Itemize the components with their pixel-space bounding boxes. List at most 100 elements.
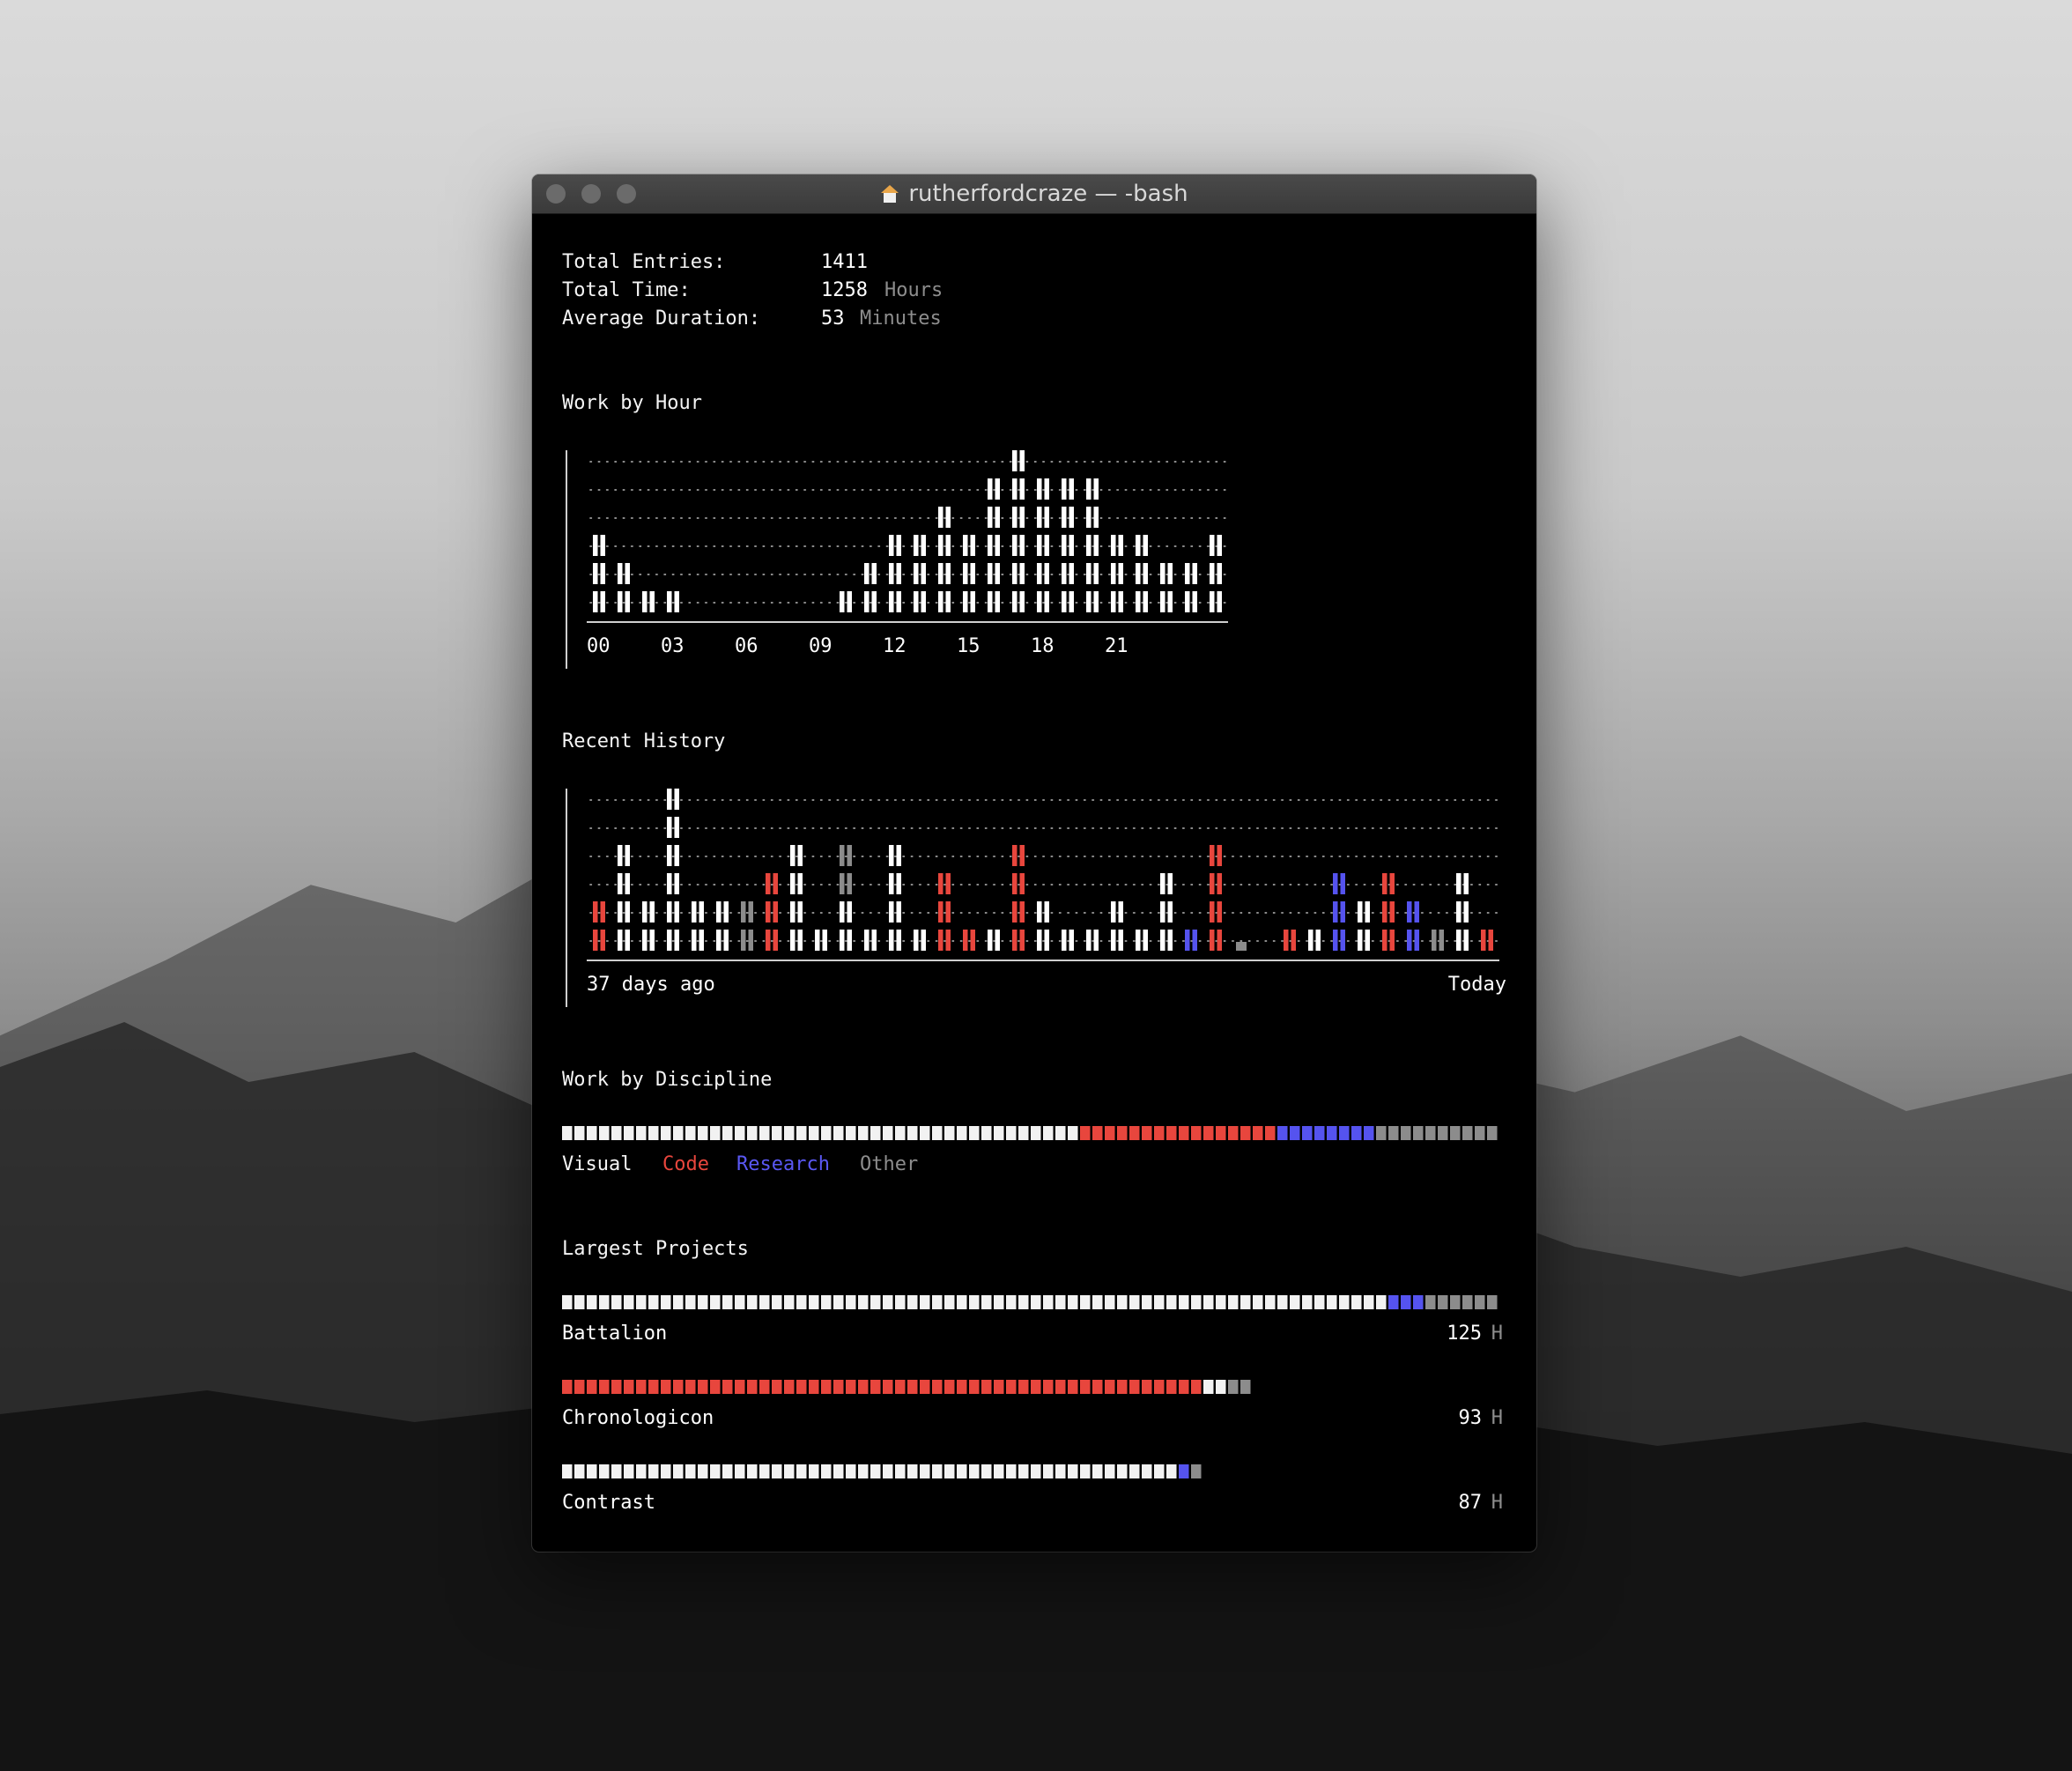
bar-block-visual <box>938 563 951 584</box>
bar-block-visual <box>1111 535 1123 556</box>
bar-block-visual <box>914 563 926 584</box>
bar-block-code <box>1382 873 1395 894</box>
bar-block-other <box>1236 942 1247 951</box>
window-title: rutherfordcraze — -bash <box>908 181 1188 207</box>
bar-block-visual <box>667 591 679 612</box>
grid-dots <box>587 856 1499 857</box>
stat-label-duration: Average Duration: <box>562 308 761 330</box>
x-axis <box>587 621 1228 623</box>
bar-block-visual <box>963 563 975 584</box>
grid-dots <box>587 799 1499 801</box>
bar-block-visual <box>667 845 679 866</box>
bar-block-visual <box>1456 873 1469 894</box>
bar-block-visual <box>790 873 803 894</box>
legend-visual: Visual <box>562 1153 633 1175</box>
stat-unit-duration: Minutes <box>860 308 942 330</box>
y-axis <box>566 450 567 669</box>
bar-block-visual <box>889 535 901 556</box>
discipline-bar <box>562 1126 1499 1142</box>
bar-block-visual <box>1062 930 1074 951</box>
bar-block-research <box>1333 901 1345 923</box>
bar-block-visual <box>1012 450 1025 471</box>
stat-label-time: Total Time: <box>562 279 691 301</box>
bar-block-visual <box>593 535 605 556</box>
bar-block-visual <box>1086 930 1099 951</box>
bar-block-visual <box>1185 563 1197 584</box>
section-title-discipline: Work by Discipline <box>562 1069 773 1091</box>
bar-block-visual <box>988 478 1000 500</box>
project-hours-contrast: 87 <box>1458 1492 1483 1514</box>
bar-block-visual <box>1012 507 1025 528</box>
bar-block-visual <box>1037 930 1049 951</box>
grid-dots <box>587 602 1228 604</box>
segment-research <box>1179 1464 1191 1478</box>
title-bar[interactable]: rutherfordcraze — -bash <box>532 174 1536 214</box>
legend-research: Research <box>736 1153 830 1175</box>
project-name-chronologicon: Chronologicon <box>562 1407 714 1429</box>
bar-block-visual <box>1037 478 1049 500</box>
bar-block-visual <box>1037 901 1049 923</box>
bar-block-visual <box>889 930 901 951</box>
bar-block-visual <box>1111 901 1123 923</box>
bar-block-visual <box>1160 591 1173 612</box>
bar-block-visual <box>593 591 605 612</box>
bar-block-visual <box>914 930 926 951</box>
bar-block-visual <box>988 535 1000 556</box>
bar-block-visual <box>1111 591 1123 612</box>
bar-block-visual <box>716 930 729 951</box>
bar-block-visual <box>618 901 630 923</box>
bar-block-visual <box>914 535 926 556</box>
window-title-area: rutherfordcraze — -bash <box>532 174 1536 213</box>
bar-block-visual <box>1111 563 1123 584</box>
bar-block-visual <box>1062 591 1074 612</box>
bar-block-research <box>1407 901 1419 923</box>
bar-block-visual <box>1037 563 1049 584</box>
grid-dots <box>587 884 1499 886</box>
project-unit-contrast: H <box>1491 1492 1503 1514</box>
hour-tick-label: 09 <box>809 635 832 657</box>
segment-research <box>1277 1126 1376 1140</box>
hour-tick-label: 15 <box>957 635 980 657</box>
history-end-label: Today <box>1447 974 1506 996</box>
project-unit-battalion: H <box>1491 1323 1503 1345</box>
bar-block-visual <box>1136 591 1148 612</box>
hour-tick-label: 12 <box>883 635 906 657</box>
bar-block-code <box>1210 930 1222 951</box>
bar-block-visual <box>1358 901 1370 923</box>
bar-block-visual <box>1185 591 1197 612</box>
bar-block-visual <box>716 901 729 923</box>
bar-block-visual <box>938 535 951 556</box>
project-name-contrast: Contrast <box>562 1492 655 1514</box>
bar-block-visual <box>593 563 605 584</box>
bar-block-other <box>741 930 753 951</box>
bar-block-visual <box>963 591 975 612</box>
bar-block-visual <box>790 845 803 866</box>
segment-other <box>1425 1295 1499 1309</box>
bar-block-visual <box>1160 930 1173 951</box>
bar-block-visual <box>1037 535 1049 556</box>
bar-block-code <box>1012 873 1025 894</box>
bar-block-code <box>938 901 951 923</box>
bar-block-visual <box>1012 535 1025 556</box>
bar-block-visual <box>1086 563 1099 584</box>
bar-block-visual <box>790 930 803 951</box>
bar-block-other <box>840 845 852 866</box>
bar-block-visual <box>889 873 901 894</box>
terminal-content[interactable]: Total Entries: 1411 Total Time: 1258 Hou… <box>532 213 1536 1552</box>
bar-block-visual <box>938 507 951 528</box>
segment-visual <box>562 1295 1388 1309</box>
work-by-hour-chart: 00 03 06 09 12 15 18 21 <box>562 447 1228 669</box>
bar-block-code <box>766 901 778 923</box>
bar-block-visual <box>815 930 827 951</box>
bar-block-visual <box>1086 507 1099 528</box>
segment-code <box>1080 1126 1277 1140</box>
bar-block-visual <box>790 901 803 923</box>
bar-block-visual <box>1037 591 1049 612</box>
bar-block-visual <box>692 930 704 951</box>
bar-block-visual <box>642 930 655 951</box>
bar-block-code <box>1012 901 1025 923</box>
section-title-projects: Largest Projects <box>562 1238 749 1260</box>
bar-block-code <box>766 930 778 951</box>
segment-other <box>1228 1380 1253 1394</box>
stat-label-entries: Total Entries: <box>562 251 726 273</box>
